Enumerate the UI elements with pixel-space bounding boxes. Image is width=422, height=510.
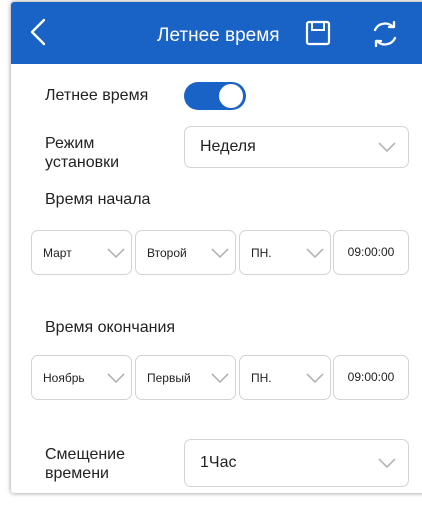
end-week-value: Первый (147, 370, 191, 385)
offset-label-line1: Смещение (45, 446, 126, 463)
offset-label: Смещение времени (45, 445, 125, 483)
chevron-down-icon (378, 458, 396, 468)
end-month-value: Ноябрь (43, 370, 85, 385)
start-week-value: Второй (147, 245, 187, 260)
start-day-value: ПН. (251, 245, 272, 260)
offset-select[interactable]: 1Час (184, 439, 409, 487)
end-time-label: Время окончания (45, 319, 176, 336)
refresh-icon (373, 20, 397, 48)
end-day-value: ПН. (251, 370, 272, 385)
chevron-down-icon (211, 247, 229, 258)
start-month-value: Март (43, 245, 72, 260)
start-week-select[interactable]: Второй (135, 230, 236, 275)
chevron-down-icon (211, 372, 229, 383)
start-time-input[interactable]: 09:00:00 (333, 230, 409, 275)
mode-label: Режим установки (45, 134, 119, 172)
chevron-down-icon (107, 372, 125, 383)
save-icon (305, 20, 331, 46)
end-time-input[interactable]: 09:00:00 (333, 355, 409, 400)
chevron-left-icon (30, 18, 46, 46)
end-month-select[interactable]: Ноябрь (31, 355, 132, 400)
end-week-select[interactable]: Первый (135, 355, 236, 400)
mode-label-line2: установки (45, 154, 120, 171)
toggle-knob (219, 84, 243, 108)
offset-value: 1Час (200, 454, 237, 471)
chevron-down-icon (378, 142, 396, 152)
chevron-down-icon (107, 247, 125, 258)
dst-toggle[interactable] (184, 82, 246, 110)
mode-label-line1: Режим (45, 135, 95, 152)
end-day-select[interactable]: ПН. (239, 355, 331, 400)
start-day-select[interactable]: ПН. (239, 230, 331, 275)
refresh-button[interactable] (369, 18, 401, 50)
back-button[interactable] (27, 18, 51, 46)
chevron-down-icon (306, 372, 324, 383)
dst-label: Летнее время (45, 87, 149, 104)
offset-label-line2: времени (45, 465, 109, 482)
start-month-select[interactable]: Март (31, 230, 132, 275)
mode-value: Неделя (200, 138, 256, 155)
page-title: Летнее время (157, 25, 280, 46)
save-button[interactable] (305, 19, 331, 47)
start-time-label: Время начала (45, 191, 151, 208)
dst-settings-screen: Летнее время Летнее время Режим установк… (11, 2, 422, 493)
header-bar: Летнее время (11, 2, 422, 64)
chevron-down-icon (306, 247, 324, 258)
mode-select[interactable]: Неделя (184, 126, 409, 168)
